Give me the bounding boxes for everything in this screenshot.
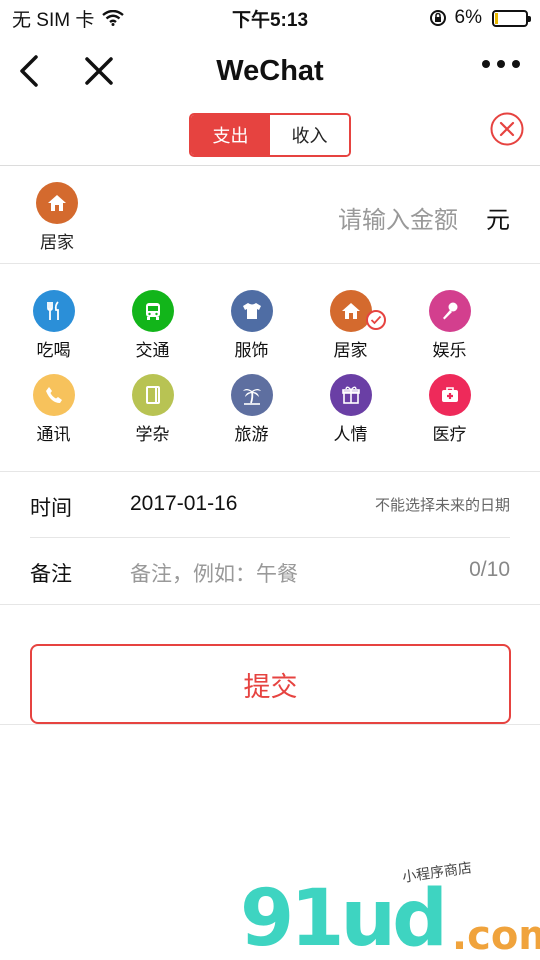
category-grid: 吃喝 交通 服饰 居家 娱乐 通讯 学杂 旅游 人情 医疗: [0, 264, 540, 472]
category-label: 吃喝: [36, 341, 71, 360]
type-segment: 支出 收入: [189, 113, 351, 157]
note-label: 备注: [30, 563, 72, 586]
medical-kit-icon: [428, 374, 471, 416]
tab-income[interactable]: 收入: [270, 115, 349, 155]
date-picker[interactable]: 2017-01-16: [130, 492, 237, 516]
category-item-medical[interactable]: 医疗: [400, 374, 499, 458]
category-item-transport[interactable]: 交通: [103, 290, 202, 374]
amount-input[interactable]: 请输入金额: [338, 200, 458, 235]
category-label: 学杂: [135, 425, 170, 444]
palm-tree-icon: [230, 374, 273, 416]
note-row: 备注 备注，例如：午餐 0/10: [30, 538, 540, 604]
watermark-logo: 91ud .com 小程序商店: [240, 859, 540, 960]
selected-check-icon: [366, 310, 386, 330]
category-label: 娱乐: [432, 341, 467, 360]
category-label: 通讯: [36, 425, 71, 444]
date-label: 时间: [30, 497, 72, 520]
category-label: 人情: [333, 425, 368, 444]
details-form: 时间 2017-01-16 不能选择未来的日期 备注 备注，例如：午餐 0/10: [0, 472, 540, 605]
category-item-food[interactable]: 吃喝: [4, 290, 103, 374]
selected-category-label: 居家: [40, 233, 74, 252]
type-segment-row: 支出 收入: [0, 106, 540, 166]
watermark-domain: .com: [451, 913, 540, 959]
category-item-home[interactable]: 居家: [301, 290, 400, 374]
category-item-clothing[interactable]: 服饰: [202, 290, 301, 374]
shirt-icon: [230, 290, 273, 332]
phone-icon: [32, 374, 75, 416]
watermark-main: 91ud: [240, 874, 448, 960]
note-input[interactable]: 备注，例如：午餐: [130, 558, 298, 588]
clear-icon[interactable]: [490, 112, 524, 146]
selected-category: 居家: [36, 182, 78, 253]
category-label: 服饰: [234, 341, 269, 360]
category-item-entertainment[interactable]: 娱乐: [400, 290, 499, 374]
battery-percent: 6%: [454, 7, 482, 28]
more-menu-icon[interactable]: [482, 60, 520, 68]
amount-row: 居家 请输入金额 元: [0, 166, 540, 264]
utensils-icon: [32, 290, 75, 332]
category-item-gifts[interactable]: 人情: [301, 374, 400, 458]
category-label: 居家: [333, 341, 368, 360]
wifi-icon: [102, 10, 125, 26]
home-icon: [36, 182, 78, 224]
category-label: 旅游: [234, 425, 269, 444]
currency-unit: 元: [486, 207, 510, 234]
battery-icon: [492, 9, 531, 27]
home-icon: [329, 290, 372, 332]
category-item-telecom[interactable]: 通讯: [4, 374, 103, 458]
tab-expense[interactable]: 支出: [191, 115, 270, 155]
microphone-icon: [428, 290, 471, 332]
page-title: WeChat: [216, 54, 324, 87]
category-item-study[interactable]: 学杂: [103, 374, 202, 458]
book-icon: [131, 374, 174, 416]
submit-button[interactable]: 提交: [30, 644, 511, 724]
gift-icon: [329, 374, 372, 416]
bus-icon: [131, 290, 174, 332]
date-row[interactable]: 时间 2017-01-16 不能选择未来的日期: [30, 472, 510, 538]
category-label: 交通: [135, 341, 170, 360]
rotation-lock-icon: [429, 10, 446, 26]
status-bar: 无 SIM 卡 下午5:13 6%: [0, 0, 540, 36]
note-char-count: 0/10: [469, 558, 510, 581]
category-item-travel[interactable]: 旅游: [202, 374, 301, 458]
carrier-label: 无 SIM 卡: [12, 9, 95, 31]
nav-bar: WeChat: [0, 36, 540, 106]
divider: [0, 724, 540, 725]
date-hint: 不能选择未来的日期: [374, 497, 510, 514]
category-label: 医疗: [432, 425, 467, 444]
